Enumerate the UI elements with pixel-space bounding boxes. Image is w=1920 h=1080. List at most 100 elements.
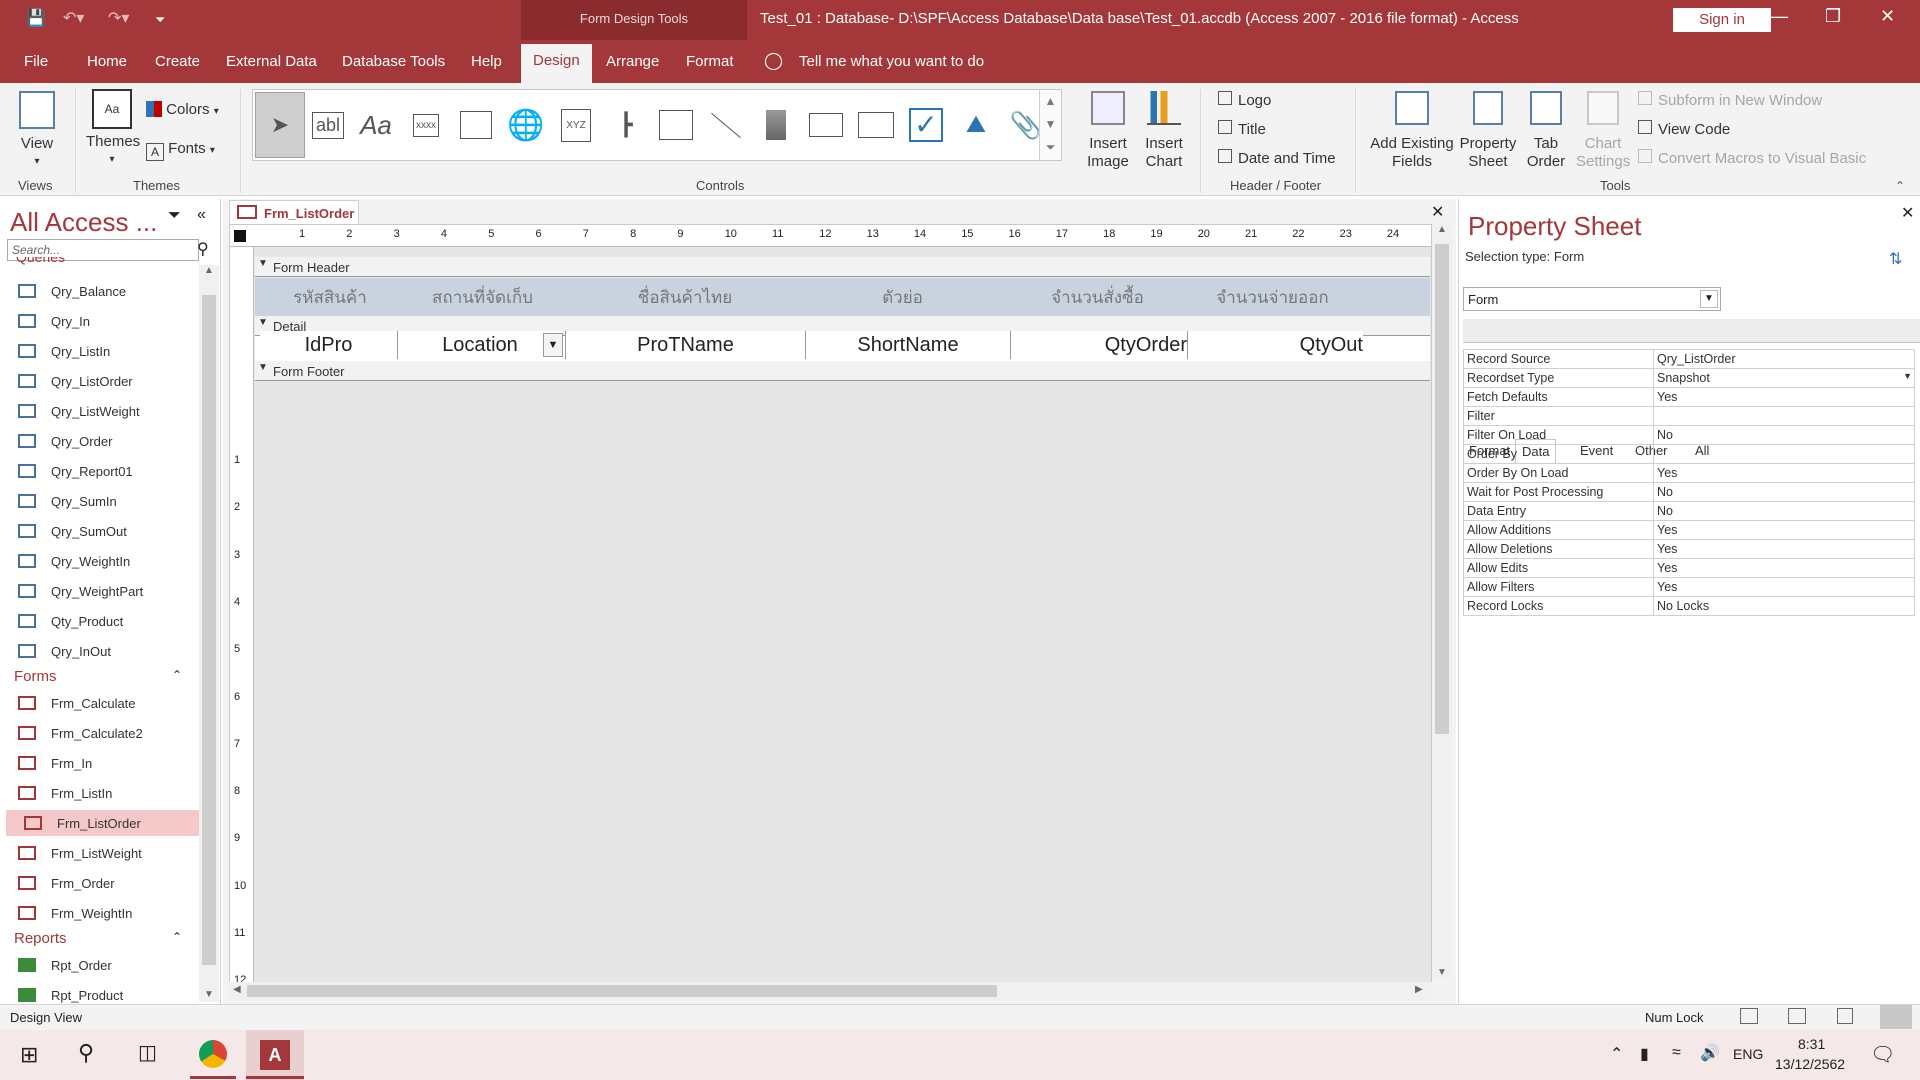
property-row[interactable]: Allow Additions Yes	[1463, 520, 1915, 540]
collapse-section-icon[interactable]: ⌃	[172, 930, 182, 944]
search-icon[interactable]: ⚲	[78, 1040, 94, 1066]
access-icon[interactable]: A	[260, 1040, 290, 1070]
title-button[interactable]: Title	[1218, 120, 1266, 138]
property-row[interactable]: Wait for Post Processing No	[1463, 482, 1915, 502]
sign-in-button[interactable]: Sign in	[1673, 8, 1771, 32]
option-group-icon[interactable]: XYZ	[557, 106, 595, 144]
property-value[interactable]: Yes	[1653, 539, 1915, 559]
battery-icon[interactable]: ▮	[1640, 1044, 1649, 1064]
query-item[interactable]: Qry_Report01	[0, 458, 196, 484]
header-label-product-code[interactable]: รหัสสินค้า	[260, 282, 400, 313]
form-footer-bar[interactable]: ▼ Form Footer	[255, 361, 1430, 381]
header-label-location[interactable]: สถานที่จัดเก็บ	[400, 282, 565, 313]
property-row[interactable]: Filter	[1463, 406, 1915, 426]
tab-design[interactable]: Design	[521, 44, 592, 83]
tab-control-icon[interactable]	[457, 106, 495, 144]
header-label-short-name[interactable]: ตัวย่อ	[800, 282, 1005, 313]
nav-scrollbar[interactable]: ▲ ▼	[199, 265, 219, 1002]
button-control-icon[interactable]: xxxx	[407, 106, 445, 144]
query-item[interactable]: Qry_In	[0, 308, 196, 334]
insert-chart-button[interactable]: Insert Chart	[1138, 91, 1190, 171]
tab-help[interactable]: Help	[471, 53, 502, 70]
form-header-bar[interactable]: ▼ Form Header	[255, 257, 1430, 277]
textbox-control-icon[interactable]: abl	[309, 106, 347, 144]
combo-dropdown-icon[interactable]: ▼	[543, 333, 563, 357]
property-row[interactable]: Allow Filters Yes	[1463, 577, 1915, 597]
undo-icon[interactable]: ↶▾	[63, 8, 84, 28]
show-hidden-icons-icon[interactable]: ⌃	[1610, 1044, 1623, 1064]
field-protname[interactable]: ProTName	[565, 331, 805, 359]
field-location[interactable]: Location	[397, 331, 562, 359]
check-box-icon[interactable]: ✓	[907, 106, 945, 144]
property-name[interactable]: Recordset Type	[1463, 368, 1654, 388]
property-sheet-button[interactable]: Property Sheet	[1457, 91, 1519, 171]
close-property-sheet-icon[interactable]: ✕	[1901, 203, 1914, 223]
language-indicator[interactable]: ENG	[1733, 1046, 1763, 1062]
property-value[interactable]: No	[1653, 482, 1915, 502]
toggle-button-icon[interactable]	[757, 106, 795, 144]
design-view-icon[interactable]	[1880, 1005, 1912, 1029]
minimize-icon[interactable]: —	[1770, 6, 1788, 27]
chart-settings-button[interactable]: Chart Settings	[1576, 91, 1630, 171]
wifi-icon[interactable]: ≈	[1672, 1044, 1681, 1062]
query-item[interactable]: Qry_SumIn	[0, 488, 196, 514]
property-value[interactable]	[1653, 444, 1915, 464]
property-row[interactable]: Allow Edits Yes	[1463, 558, 1915, 578]
layout-view-icon[interactable]	[1837, 1008, 1853, 1024]
property-name[interactable]: Fetch Defaults	[1463, 387, 1654, 407]
query-item[interactable]: Qry_SumOut	[0, 518, 196, 544]
tab-order-button[interactable]: Tab Order	[1522, 91, 1570, 171]
form-item[interactable]: Frm_ListWeight	[0, 840, 196, 866]
view-code-button[interactable]: View Code	[1638, 120, 1730, 138]
add-existing-fields-button[interactable]: Add Existing Fields	[1367, 91, 1457, 171]
property-value[interactable]: No	[1653, 425, 1915, 445]
scroll-down-icon[interactable]: ▼	[1432, 967, 1452, 978]
tab-arrange[interactable]: Arrange	[606, 53, 659, 70]
rectangle-icon[interactable]	[857, 106, 895, 144]
property-value[interactable]: Yes	[1653, 520, 1915, 540]
form-item[interactable]: Frm_ListOrder	[6, 810, 202, 836]
field-shortname[interactable]: ShortName	[805, 331, 1010, 359]
property-row[interactable]: Record Locks No Locks	[1463, 596, 1915, 616]
query-item[interactable]: Qry_Order	[0, 428, 196, 454]
property-value[interactable]: No	[1653, 501, 1915, 521]
subform-new-window-button[interactable]: Subform in New Window	[1638, 91, 1822, 109]
tab-database-tools[interactable]: Database Tools	[342, 53, 445, 70]
tab-format[interactable]: Format	[686, 53, 734, 70]
property-row[interactable]: Allow Deletions Yes	[1463, 539, 1915, 559]
property-name[interactable]: Allow Filters	[1463, 577, 1654, 597]
collapse-section-icon[interactable]: ⌃	[172, 668, 182, 682]
tab-create[interactable]: Create	[155, 53, 200, 70]
gallery-scroll[interactable]: ▲ ▼ ⏷	[1039, 90, 1061, 160]
property-name[interactable]: Record Source	[1463, 349, 1654, 369]
nav-pane-title[interactable]: All Access ...	[10, 207, 157, 238]
property-name[interactable]: Allow Edits	[1463, 558, 1654, 578]
task-view-icon[interactable]: ◫	[138, 1040, 157, 1065]
customize-qat-icon[interactable]: ⏷	[155, 12, 165, 28]
queries-header-partial[interactable]: Queries	[16, 257, 65, 265]
property-name[interactable]: Wait for Post Processing	[1463, 482, 1654, 502]
tab-external-data[interactable]: External Data	[226, 53, 317, 70]
tab-home[interactable]: Home	[87, 53, 127, 70]
query-item[interactable]: Qry_ListWeight	[0, 398, 196, 424]
sort-icon[interactable]: ⇅	[1889, 249, 1902, 269]
date-time-button[interactable]: Date and Time	[1218, 149, 1336, 167]
save-icon[interactable]: 💾	[26, 8, 46, 28]
scroll-up-icon[interactable]: ▲	[1432, 224, 1452, 235]
forms-section-header[interactable]: Forms	[14, 668, 57, 685]
colors-button[interactable]: Colors ▾	[146, 101, 219, 118]
form-view-icon[interactable]	[1740, 1008, 1758, 1024]
property-value[interactable]: Yes	[1653, 558, 1915, 578]
property-row[interactable]: Recordset Type Snapshot ▼	[1463, 368, 1915, 388]
windows-start-icon[interactable]: ⊞	[20, 1042, 38, 1068]
property-row[interactable]: Fetch Defaults Yes	[1463, 387, 1915, 407]
datasheet-view-icon[interactable]	[1788, 1008, 1806, 1024]
form-item[interactable]: Frm_Calculate	[0, 690, 196, 716]
property-value[interactable]: Yes	[1653, 577, 1915, 597]
view-button[interactable]: View ▾	[12, 91, 62, 171]
hyperlink-icon[interactable]: 🌐	[507, 106, 545, 144]
property-row[interactable]: Record Source Qry_ListOrder	[1463, 349, 1915, 369]
clock-date[interactable]: 13/12/2562	[1775, 1056, 1845, 1072]
form-item[interactable]: Frm_Order	[0, 870, 196, 896]
field-qtyout[interactable]: QtyOut	[1187, 331, 1363, 359]
